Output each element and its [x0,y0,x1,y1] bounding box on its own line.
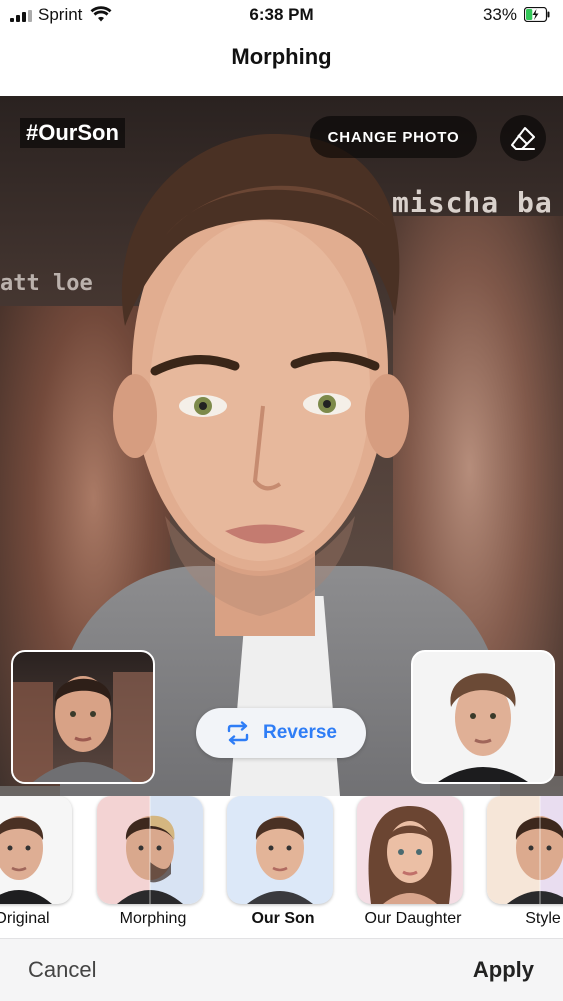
reverse-button[interactable]: Reverse [196,708,366,758]
page-title: Morphing [231,44,332,69]
style-item-original[interactable]: Original [0,796,78,928]
style-item-our-son[interactable]: Our Son [227,796,339,928]
style-label: Morphing [119,910,187,927]
bottom-toolbar: Cancel Apply [0,938,563,1001]
battery-percent: 33% [482,5,517,24]
style-item-our-daughter[interactable]: Our Daughter [357,796,469,928]
style-thumbnail [487,796,563,904]
cancel-button[interactable]: Cancel [28,957,96,983]
style-thumbnail [227,796,333,904]
reverse-label: Reverse [263,722,337,743]
style-label: Style [525,910,561,927]
subject-face [113,133,409,636]
morph-preview: mischa ba att loe #OurSon CHANGE PHOTO R… [0,96,563,796]
style-carousel[interactable]: Original Morphing Our Son Our Daughter S… [0,796,563,938]
source-photo-thumbnail[interactable] [11,650,155,784]
eraser-icon [511,127,535,150]
style-item-morphing[interactable]: Morphing [97,796,209,928]
apply-button[interactable]: Apply [473,957,534,983]
style-label: Our Daughter [364,910,462,927]
style-item-style[interactable]: Style [487,796,563,928]
style-thumbnail [357,796,463,904]
target-photo-thumbnail[interactable] [411,650,555,784]
battery-charging-icon [524,7,550,22]
background-poster-text: att loe [0,271,93,296]
style-thumbnail [0,796,72,904]
status-bar: Sprint 6:38 PM 33% [0,0,563,30]
change-photo-button[interactable]: CHANGE PHOTO [310,116,477,158]
status-time: 6:38 PM [249,5,314,24]
nav-header: Morphing [0,30,563,96]
style-label: Our Son [251,910,315,927]
swap-arrows-icon [227,721,249,745]
style-label: Original [0,910,50,927]
source-face-thumbnail [13,672,153,782]
target-face-thumbnail [438,673,528,782]
eraser-button[interactable] [500,115,546,161]
style-hashtag: #OurSon [20,118,125,148]
style-thumbnail [97,796,203,904]
